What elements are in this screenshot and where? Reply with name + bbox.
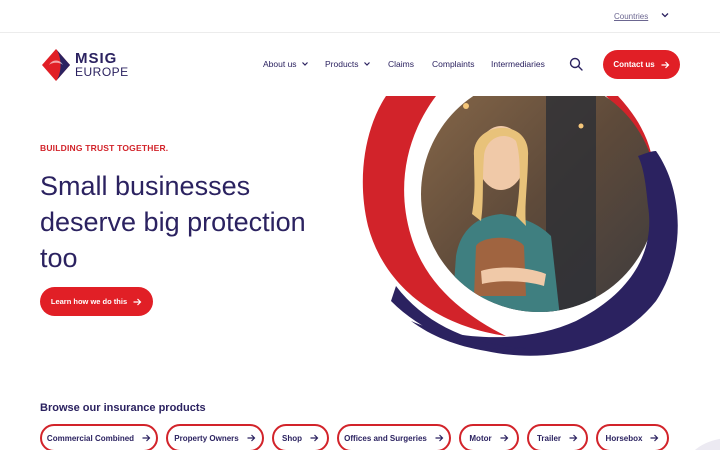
- browse-products-title: Browse our insurance products: [40, 402, 206, 414]
- product-commercial-combined[interactable]: Commercial Combined: [40, 424, 158, 450]
- nav-products[interactable]: Products: [325, 59, 371, 69]
- nav-label: Products: [325, 59, 359, 69]
- product-horsebox[interactable]: Horsebox: [596, 424, 669, 450]
- arrow-right-icon: [500, 434, 508, 442]
- nav-label: Complaints: [432, 59, 475, 69]
- product-label: Shop: [282, 433, 302, 443]
- arrow-right-icon: [569, 434, 578, 442]
- msig-europe-logo[interactable]: MSIG EUROPE: [40, 48, 128, 82]
- chevron-down-icon: [301, 62, 308, 66]
- product-label: Property Owners: [174, 433, 239, 443]
- product-motor[interactable]: Motor: [459, 424, 519, 450]
- countries-link[interactable]: Countries: [614, 12, 648, 21]
- hero-headline: Small businesses deserve big protection …: [40, 171, 306, 273]
- learn-how-button[interactable]: Learn how we do this: [40, 287, 153, 316]
- chevron-down-icon[interactable]: [660, 10, 670, 20]
- product-label: Offices and Surgeries: [344, 433, 427, 443]
- learn-how-label: Learn how we do this: [50, 297, 128, 306]
- utility-bar: Countries: [0, 0, 720, 33]
- product-label: Motor: [469, 433, 492, 443]
- contact-us-label: Contact us: [613, 60, 655, 69]
- logo-subtitle: EUROPE: [75, 65, 129, 79]
- arrow-right-icon: [650, 434, 659, 442]
- arrow-right-icon: [435, 434, 444, 442]
- product-offices-and-surgeries[interactable]: Offices and Surgeries: [337, 424, 451, 450]
- nav-label: About us: [263, 59, 297, 69]
- hero-eyebrow: BUILDING TRUST TOGETHER.: [40, 143, 169, 153]
- arrow-right-icon: [133, 298, 142, 305]
- nav-label: Intermediaries: [491, 59, 545, 69]
- product-label: Commercial Combined: [46, 433, 135, 443]
- msig-logo-mark: [42, 49, 70, 81]
- nav-complaints[interactable]: Complaints: [432, 59, 475, 69]
- product-property-owners[interactable]: Property Owners: [166, 424, 264, 450]
- arrow-right-icon: [661, 61, 670, 68]
- search-icon[interactable]: [569, 57, 583, 71]
- nav-about-us[interactable]: About us: [263, 59, 309, 69]
- arrow-right-icon: [247, 434, 256, 442]
- nav-label: Claims: [388, 59, 414, 69]
- product-trailer[interactable]: Trailer: [527, 424, 588, 450]
- product-label: Horsebox: [605, 433, 643, 443]
- hero-image: [362, 96, 678, 356]
- contact-us-button[interactable]: Contact us: [603, 50, 680, 79]
- arrow-right-icon: [142, 434, 151, 442]
- chevron-down-icon: [363, 62, 370, 66]
- decorative-swoosh: [695, 438, 720, 450]
- product-shop[interactable]: Shop: [272, 424, 329, 450]
- nav-claims[interactable]: Claims: [388, 59, 414, 69]
- arrow-right-icon: [310, 434, 319, 442]
- product-label: Trailer: [536, 433, 561, 443]
- nav-intermediaries[interactable]: Intermediaries: [491, 59, 545, 69]
